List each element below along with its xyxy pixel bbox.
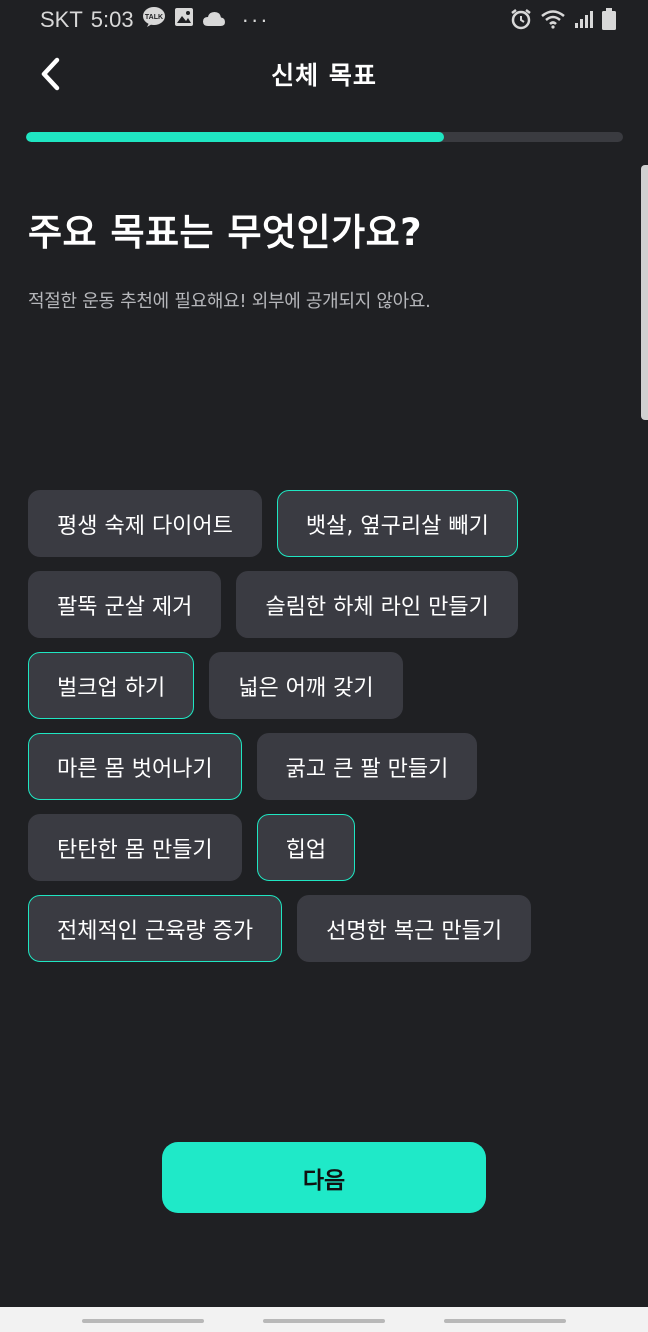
more-dots-icon: ··· [241, 7, 270, 32]
goal-chip[interactable]: 전체적인 근육량 증가 [28, 895, 283, 962]
goal-chip[interactable]: 선명한 복근 만들기 [297, 895, 532, 962]
status-bar-right [510, 8, 616, 34]
status-bar-left: SKT 5:03 TALK ··· [40, 6, 270, 34]
goal-chip[interactable]: 벌크업 하기 [28, 652, 195, 719]
goal-chip[interactable]: 마른 몸 벗어나기 [28, 733, 242, 800]
status-bar: SKT 5:03 TALK ··· [0, 0, 648, 40]
progress-bar [26, 132, 623, 142]
clock-time: 5:03 [90, 7, 134, 32]
goal-row: 탄탄한 몸 만들기 힙업 [28, 814, 588, 881]
system-nav-bar [0, 1307, 648, 1332]
next-button[interactable]: 다음 [162, 1142, 486, 1213]
goal-chip[interactable]: 굵고 큰 팔 만들기 [256, 733, 478, 800]
nav-recent-apps[interactable] [82, 1319, 204, 1323]
image-icon [174, 7, 194, 33]
page-title: 신체 목표 [271, 61, 377, 90]
goal-chip[interactable]: 힙업 [256, 814, 356, 881]
nav-home[interactable] [263, 1319, 385, 1323]
kakaotalk-icon: TALK [142, 6, 166, 34]
goal-chip[interactable]: 뱃살, 옆구리살 빼기 [276, 490, 518, 557]
kakaotalk-icon-text: TALK [145, 14, 163, 21]
goal-row: 벌크업 하기 넓은 어깨 갖기 [28, 652, 588, 719]
goal-chip[interactable]: 탄탄한 몸 만들기 [28, 814, 242, 881]
goal-row: 마른 몸 벗어나기 굵고 큰 팔 만들기 [28, 733, 588, 800]
app-screen: SKT 5:03 TALK ··· 신체 목표 주요 목표는 무엇인가요? 적절… [0, 0, 648, 1332]
goal-chip[interactable]: 팔뚝 군살 제거 [28, 571, 222, 638]
wifi-icon [540, 9, 566, 33]
question-title: 주요 목표는 무엇인가요? [28, 211, 423, 254]
goal-row: 전체적인 근육량 증가 선명한 복근 만들기 [28, 895, 588, 962]
header: 신체 목표 [0, 40, 648, 112]
carrier-label: SKT [40, 7, 83, 32]
signal-icon [574, 9, 594, 33]
alarm-icon [510, 8, 532, 34]
goal-chip[interactable]: 슬림한 하체 라인 만들기 [236, 571, 518, 638]
cloud-icon [202, 7, 226, 33]
goal-chip[interactable]: 넓은 어깨 갖기 [209, 652, 403, 719]
question-subtitle: 적절한 운동 추천에 필요해요! 외부에 공개되지 않아요. [28, 291, 431, 312]
nav-back[interactable] [444, 1319, 566, 1323]
battery-icon [602, 8, 616, 34]
goal-row: 평생 숙제 다이어트 뱃살, 옆구리살 빼기 [28, 490, 588, 557]
goal-chip[interactable]: 평생 숙제 다이어트 [28, 490, 262, 557]
goal-options: 평생 숙제 다이어트 뱃살, 옆구리살 빼기팔뚝 군살 제거 슬림한 하체 라인 만… [28, 490, 588, 976]
scroll-indicator [641, 165, 648, 420]
goal-row: 팔뚝 군살 제거 슬림한 하체 라인 만들기 [28, 571, 588, 638]
progress-bar-fill [26, 132, 444, 142]
